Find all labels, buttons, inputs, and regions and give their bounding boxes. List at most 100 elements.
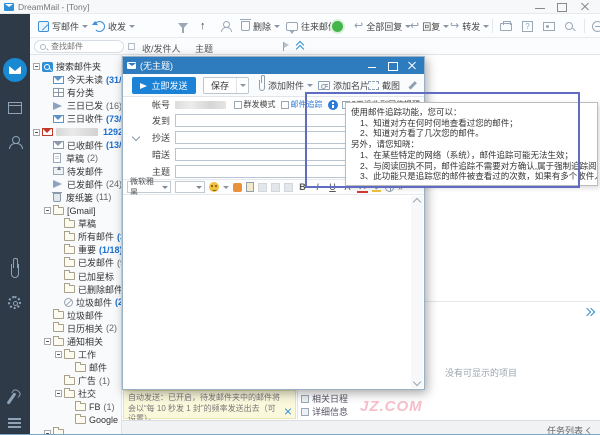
move-up-button[interactable]: ↑ [200, 14, 206, 38]
related-schedule-item[interactable]: 相关日程 [301, 392, 367, 405]
settings-gear-icon[interactable] [8, 296, 21, 309]
tree-item-17[interactable]: 已删除邮件(68/159) [30, 283, 121, 296]
tree-item-28[interactable] [30, 427, 121, 435]
tree-item-14[interactable]: 重要(1/18) [30, 243, 121, 256]
italic-button[interactable]: I [312, 182, 323, 192]
column-header-from[interactable]: 收/发件人 [142, 42, 181, 55]
hamburger-menu-icon[interactable] [8, 418, 21, 420]
reply-all-button[interactable]: ↩ 全部回复 [354, 14, 411, 38]
compose-mail-button[interactable]: 写邮件 [38, 14, 88, 38]
tree-expander-icon[interactable] [55, 390, 62, 397]
compose-minimize-icon[interactable] [364, 60, 380, 71]
expand-panel-icon[interactable] [584, 308, 594, 316]
undo-icon[interactable] [284, 183, 293, 192]
search-box[interactable] [34, 40, 124, 53]
send-now-button[interactable]: 立即发送 [132, 77, 196, 94]
tree-item-0[interactable]: 搜索邮件夹 [30, 60, 121, 73]
tree-item-23[interactable]: 邮件 [30, 361, 121, 374]
scroll-up-icon[interactable] [413, 198, 421, 206]
tree-item-3[interactable]: 三日已发(16) [30, 99, 121, 112]
search-input[interactable] [49, 41, 109, 52]
checkbox-icon[interactable] [281, 101, 289, 109]
tree-expander-icon[interactable] [44, 430, 51, 435]
tree-item-2[interactable]: 有分类 [30, 86, 121, 99]
editor-scrollbar[interactable] [411, 196, 423, 388]
emoji-icon[interactable] [209, 182, 219, 192]
tree-item-20[interactable]: 日历相关(2) [30, 322, 121, 335]
tree-item-16[interactable]: 已加星标 [30, 270, 121, 283]
details-item[interactable]: 详细信息 [301, 405, 367, 418]
add-contact-button[interactable] [220, 14, 231, 38]
tree-item-22[interactable]: 工作 [30, 348, 121, 361]
tree-item-26[interactable]: FB(1) [30, 400, 121, 413]
tree-item-12[interactable]: 草稿 [30, 217, 121, 230]
compose-close-icon[interactable] [404, 60, 420, 71]
tree-item-13[interactable]: 所有邮件(32/296) [30, 230, 121, 243]
tree-item-6[interactable]: 已收邮件(13/705) [30, 139, 121, 152]
message-body-editor[interactable] [123, 195, 424, 389]
send-receive-button[interactable]: 收发 [94, 14, 135, 38]
font-size-select[interactable] [175, 181, 205, 193]
online-status-button[interactable] [330, 14, 345, 38]
column-header-subject[interactable]: 主题 [195, 42, 213, 55]
scroll-down-icon[interactable] [413, 378, 421, 386]
collapse-pane-icon[interactable] [296, 42, 304, 51]
tree-item-7[interactable]: 草稿(2) [30, 152, 121, 165]
mail-tracking-checkbox[interactable]: 邮件追踪 [281, 99, 323, 110]
tree-expander-icon[interactable] [33, 129, 40, 136]
task-list-toggle[interactable]: 任务列表 [547, 424, 592, 435]
close-icon[interactable] [578, 2, 594, 12]
minimize-pane-button[interactable] [592, 14, 600, 38]
tree-expander-icon[interactable] [44, 207, 51, 214]
tree-item-8[interactable]: 待发邮件 [30, 165, 121, 178]
tree-expander-icon[interactable] [44, 338, 51, 345]
save-button[interactable]: 保存 [203, 77, 249, 94]
stamp-icon[interactable] [233, 183, 242, 192]
compose-maximize-icon[interactable] [384, 60, 400, 71]
font-family-select[interactable]: 微软雅黑 [127, 181, 171, 193]
attachments-module-icon[interactable] [11, 264, 19, 278]
tree-item-1[interactable]: 今天未读(31/31) [30, 73, 121, 86]
add-attachment-button[interactable]: 添加附件 [259, 74, 313, 97]
checkbox-icon[interactable] [234, 101, 242, 109]
contacts-module-icon[interactable] [8, 136, 22, 148]
filter-button[interactable] [178, 14, 188, 38]
print-button[interactable] [500, 14, 512, 38]
add-card-button[interactable]: 添加名片 [318, 74, 369, 97]
chevron-down-icon[interactable] [223, 186, 229, 189]
tree-item-9[interactable]: 已发邮件(24) [30, 178, 121, 191]
calendar-module-icon[interactable] [8, 102, 22, 114]
image-button[interactable] [543, 14, 555, 38]
save-dropdown[interactable] [236, 78, 248, 93]
select-column-icon[interactable] [128, 43, 135, 50]
tree-item-4[interactable]: 三日收件(73/106) [30, 112, 121, 125]
copy-icon[interactable] [258, 183, 267, 192]
screenshot-button[interactable]: 截图 [368, 74, 400, 97]
underline-button[interactable]: U [327, 182, 338, 192]
close-notice-icon[interactable] [284, 407, 292, 415]
reply-button[interactable]: ↩ 回复 [410, 14, 449, 38]
maximize-icon[interactable] [554, 2, 570, 12]
delete-button[interactable]: 删除 [241, 14, 280, 38]
bold-button[interactable]: B [297, 182, 308, 192]
help-button[interactable]: ? [522, 14, 533, 38]
minimize-icon[interactable] [532, 2, 548, 12]
forward-button[interactable]: ↪ 转发 [450, 14, 489, 38]
tree-item-10[interactable]: 废纸篓(11) [30, 191, 121, 204]
info-icon[interactable] [328, 100, 338, 110]
tree-item-19[interactable]: 垃圾邮件 [30, 309, 121, 322]
tools-wrench-icon[interactable] [7, 392, 17, 404]
zoom-button[interactable] [565, 14, 573, 38]
tree-item-24[interactable]: 广告(1) [30, 374, 121, 387]
paste-icon[interactable] [246, 182, 254, 192]
mass-mode-checkbox[interactable]: 群发模式 [234, 99, 276, 110]
tree-expander-icon[interactable] [33, 63, 40, 70]
tree-item-11[interactable]: [Gmail] [30, 204, 121, 217]
tree-item-18[interactable]: 垃圾邮件(215/377) [30, 296, 121, 309]
tree-item-27[interactable]: Google(1) [30, 414, 121, 427]
tree-item-5[interactable]: 1292/1451 [30, 125, 121, 138]
insert-signature-button[interactable] [407, 74, 418, 97]
tree-expander-icon[interactable] [55, 351, 62, 358]
cut-icon[interactable] [271, 183, 280, 192]
tree-item-15[interactable]: 已发邮件(93) [30, 256, 121, 269]
